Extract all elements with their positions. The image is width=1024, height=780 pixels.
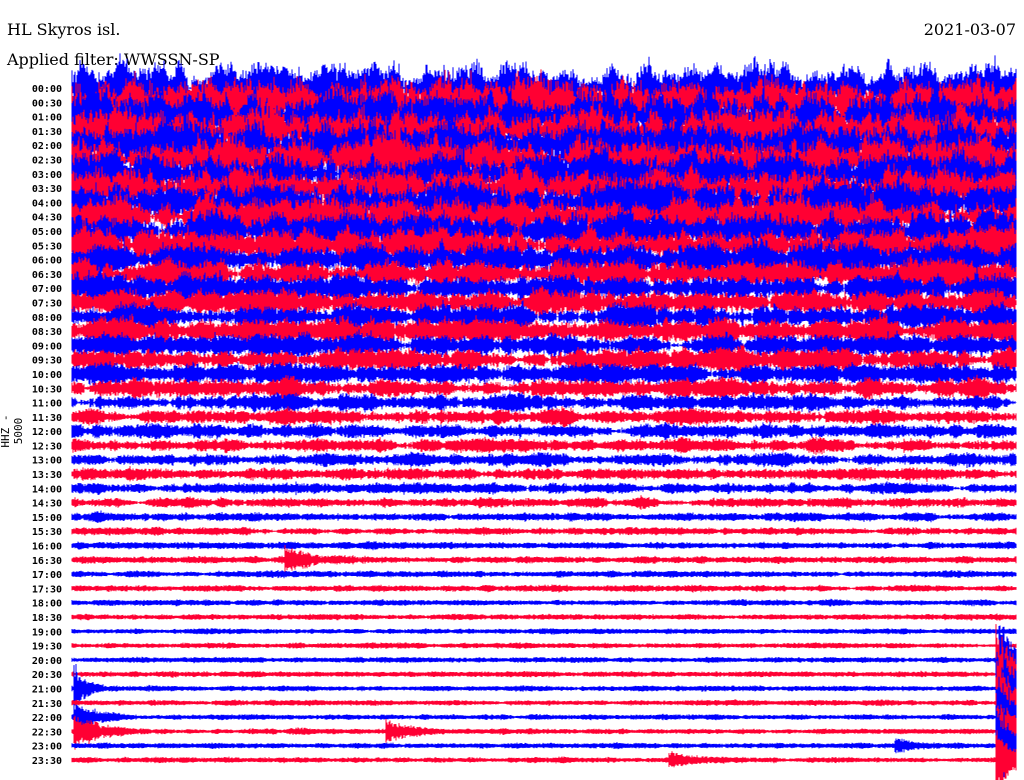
row-time-label: 11:00 [32,399,62,410]
row-time-label: 08:00 [32,313,62,324]
row-time-label: 12:00 [32,427,62,438]
row-time-label: 10:30 [32,384,62,395]
row-time-label: 01:00 [32,113,62,124]
row-time-label: 03:30 [32,184,62,195]
row-time-label: 16:30 [32,556,62,567]
row-time-label: 18:30 [32,613,62,624]
trace-1800 [71,598,1017,607]
row-time-label: 05:00 [32,227,62,238]
trace-1930 [71,642,1017,649]
trace-1830 [71,613,1017,621]
row-time-label: 09:00 [32,341,62,352]
row-time-label: 17:30 [32,584,62,595]
row-time-label: 21:30 [32,699,62,710]
row-time-label: 06:00 [32,256,62,267]
row-time-label: 07:00 [32,284,62,295]
row-time-label: 17:00 [32,570,62,581]
trace-1530 [71,526,1017,536]
trace-1130 [71,406,1017,428]
row-time-label: 19:30 [32,642,62,653]
row-time-label: 08:30 [32,327,62,338]
row-time-label: 00:30 [32,98,62,109]
row-time-label: 07:30 [32,298,62,309]
row-time-label: 21:00 [32,685,62,696]
row-time-label: 23:00 [32,742,62,753]
helicorder-plot: 00:00 00:30 01:00 01:30 02:00 02:30 03:00 03:30… [32,53,1017,780]
row-time-label: 15:30 [32,527,62,538]
trace-1900 [71,628,1017,635]
trace-1300 [71,451,1017,468]
row-time-label: 03:00 [32,170,62,181]
row-time-label: 09:30 [32,356,62,367]
row-time-label: 15:00 [32,513,62,524]
row-time-label: 14:00 [32,484,62,495]
row-time-label: 02:30 [32,155,62,166]
row-time-label: 01:30 [32,127,62,138]
row-time-label: 13:30 [32,470,62,481]
row-time-label: 18:00 [32,599,62,610]
row-time-label: 20:00 [32,656,62,667]
trace-1730 [71,584,1017,593]
trace-1430 [71,495,1017,510]
row-time-label: 19:00 [32,627,62,638]
trace-1400 [71,481,1017,496]
row-time-label: 23:30 [32,756,62,767]
row-time-label: 10:00 [32,370,62,381]
trace-1700 [71,570,1017,579]
row-time-label: 12:30 [32,441,62,452]
row-time-label: 20:30 [32,670,62,681]
row-time-label: 02:00 [32,141,62,152]
row-time-label: 22:30 [32,727,62,738]
row-time-label: 04:30 [32,213,62,224]
row-time-label: 00:00 [32,84,62,95]
row-time-label: 16:00 [32,542,62,553]
row-time-label: 06:30 [32,270,62,281]
row-time-label: 05:30 [32,241,62,252]
trace-2330 [71,730,1017,780]
trace-1330 [71,466,1017,482]
trace-1200 [71,421,1017,441]
row-time-label: 13:00 [32,456,62,467]
row-time-label: 14:30 [32,499,62,510]
trace-1500 [71,510,1017,523]
trace-1630 [71,545,1017,576]
trace-1230 [71,436,1017,455]
row-time-label: 04:00 [32,198,62,209]
row-time-label: 11:30 [32,413,62,424]
row-time-label: 22:00 [32,713,62,724]
trace-1600 [71,540,1017,551]
